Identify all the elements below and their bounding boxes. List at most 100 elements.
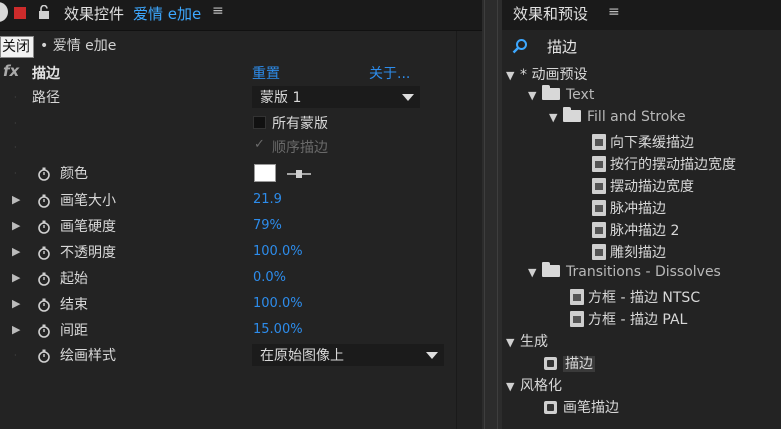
tree-label: 风格化 — [520, 378, 562, 394]
property-label: 不透明度 — [60, 245, 116, 261]
tree-label: 摆动描边宽度 — [610, 179, 694, 195]
end-value[interactable]: 100.0% — [253, 296, 303, 311]
tree-effect-item-selected[interactable]: 描边 — [544, 353, 595, 375]
tree-preset-item[interactable]: 方框 - 描边 PAL — [570, 308, 687, 330]
preset-icon — [592, 178, 606, 194]
panel-divider[interactable] — [482, 0, 502, 429]
stopwatch-icon[interactable] — [38, 220, 50, 234]
property-row-start: ▶ 起始 0.0% — [0, 265, 456, 291]
expand-triangle-icon[interactable]: ▶ — [12, 297, 20, 310]
tree-label: 脉冲描边 2 — [610, 223, 680, 239]
tree-preset-item[interactable]: 方框 - 描边 NTSC — [570, 286, 700, 308]
tree-label: 按行的摆动描边宽度 — [610, 157, 736, 173]
dropdown-value: 在原始图像上 — [260, 348, 344, 364]
panel-menu-icon[interactable]: ≡ — [212, 3, 224, 19]
tree-preset-item[interactable]: 摆动描边宽度 — [592, 175, 694, 197]
tree-label: 方框 - 描边 PAL — [588, 312, 688, 328]
effect-icon — [544, 401, 557, 414]
checkmark-icon[interactable]: ✓ — [254, 137, 265, 152]
property-label: 画笔硬度 — [60, 219, 116, 235]
panel-close-circle-icon[interactable] — [0, 2, 8, 22]
property-label: 起始 — [60, 271, 88, 287]
all-masks-checkbox[interactable] — [253, 116, 266, 129]
reset-link[interactable]: 重置 — [252, 63, 280, 83]
property-row-end: ▶ 结束 100.0% — [0, 291, 456, 317]
tree-label: Text — [566, 87, 595, 103]
divider-line — [497, 0, 498, 429]
opacity-value[interactable]: 100.0% — [253, 244, 303, 259]
scrollbar[interactable] — [456, 31, 482, 429]
path-dropdown[interactable]: 蒙版 1 — [252, 86, 420, 108]
record-icon[interactable] — [14, 7, 26, 19]
expand-triangle-icon[interactable]: ▶ — [12, 323, 20, 336]
tree-label: 描边 — [563, 356, 595, 372]
tree-folder-transitions[interactable]: ▼ Transitions - Dissolves — [528, 262, 721, 286]
tab-effect-controls[interactable]: 效果控件 — [64, 3, 124, 24]
lock-icon[interactable] — [38, 5, 50, 19]
preset-icon — [592, 222, 606, 238]
row-dot: · — [14, 143, 17, 152]
stopwatch-icon[interactable] — [38, 194, 50, 208]
tree-label: Transitions - Dissolves — [566, 264, 721, 280]
effect-controls-panel: 效果控件 爱情 e加e ≡ • 爱情 e加e 关闭 fx 描边 重置 关于...… — [0, 0, 482, 429]
tree-folder-fill-and-stroke[interactable]: ▼ Fill and Stroke — [549, 107, 686, 131]
property-row-all-masks: · 所有蒙版 — [0, 110, 456, 136]
about-link[interactable]: 关于... — [369, 63, 410, 83]
tab-divider — [0, 30, 482, 31]
chevron-down-icon: ▼ — [506, 69, 515, 82]
search-input[interactable]: 描边 — [547, 36, 577, 57]
tree-preset-item[interactable]: 向下柔缓描边 — [592, 131, 694, 153]
search-bar[interactable]: 描边 — [502, 31, 781, 61]
tab-effects-presets[interactable]: 效果和预设 — [513, 3, 588, 24]
effect-controls-tabbar: 效果控件 爱情 e加e ≡ — [0, 0, 482, 30]
chevron-down-icon: ▼ — [549, 111, 558, 124]
tab-layer-name[interactable]: 爱情 e加e — [133, 3, 201, 24]
chevron-down-icon: ▼ — [528, 89, 537, 102]
stopwatch-icon[interactable] — [38, 324, 50, 338]
chevron-down-icon — [426, 352, 438, 359]
tree-label: 方框 - 描边 NTSC — [588, 290, 701, 306]
tree-preset-item[interactable]: 脉冲描边 2 — [592, 219, 679, 241]
brush-hardness-value[interactable]: 79% — [253, 218, 282, 233]
tree-preset-item[interactable]: 脉冲描边 — [592, 197, 666, 219]
row-dot: · — [14, 93, 17, 102]
layer-label: • 爱情 e加e — [40, 38, 117, 54]
chevron-down-icon: ▼ — [528, 266, 537, 279]
tree-preset-item[interactable]: 按行的摆动描边宽度 — [592, 153, 736, 175]
stopwatch-icon[interactable] — [38, 272, 50, 286]
stopwatch-icon[interactable] — [38, 167, 50, 181]
tree-preset-item[interactable]: 雕刻描边 — [592, 241, 666, 263]
tree-folder-stylize[interactable]: ▼ 风格化 — [506, 375, 562, 397]
brush-size-value[interactable]: 21.9 — [253, 192, 282, 207]
expand-triangle-icon[interactable]: ▶ — [12, 219, 20, 232]
folder-icon — [563, 107, 581, 122]
spacing-value[interactable]: 15.00% — [253, 322, 303, 337]
tree-folder-animation-presets[interactable]: ▼ * 动画预设 — [506, 64, 587, 86]
stopwatch-icon[interactable] — [38, 298, 50, 312]
search-icon — [512, 39, 527, 54]
effect-name[interactable]: 描边 — [32, 63, 60, 83]
tree-effect-item[interactable]: 画笔描边 — [544, 397, 619, 419]
preset-icon — [592, 244, 606, 260]
panel-menu-icon[interactable]: ≡ — [608, 4, 620, 20]
effects-presets-panel: 效果和预设 ≡ 描边 ▼ * 动画预设 ▼ Text ▼ Fill and Strok… — [502, 0, 781, 429]
preset-icon — [592, 200, 606, 216]
expand-triangle-icon[interactable]: ▶ — [12, 245, 20, 258]
paint-style-dropdown[interactable]: 在原始图像上 — [252, 344, 444, 366]
expand-triangle-icon[interactable]: ▶ — [12, 271, 20, 284]
property-row-brush-size: ▶ 画笔大小 21.9 — [0, 187, 456, 213]
eyedropper-icon[interactable] — [287, 168, 311, 180]
tree-folder-generate[interactable]: ▼ 生成 — [506, 331, 548, 353]
chevron-down-icon: ▼ — [506, 380, 515, 393]
property-row-paint-style: · 绘画样式 在原始图像上 — [0, 342, 456, 368]
fx-icon[interactable]: fx — [3, 62, 19, 80]
dropdown-value: 蒙版 1 — [260, 90, 302, 106]
preset-icon — [592, 156, 606, 172]
color-swatch[interactable] — [254, 164, 276, 182]
preset-icon — [570, 311, 584, 327]
expand-triangle-icon[interactable]: ▶ — [12, 193, 20, 206]
stopwatch-icon[interactable] — [38, 246, 50, 260]
start-value[interactable]: 0.0% — [253, 270, 286, 285]
tree-folder-text[interactable]: ▼ Text — [528, 85, 595, 109]
stopwatch-icon[interactable] — [38, 349, 50, 363]
